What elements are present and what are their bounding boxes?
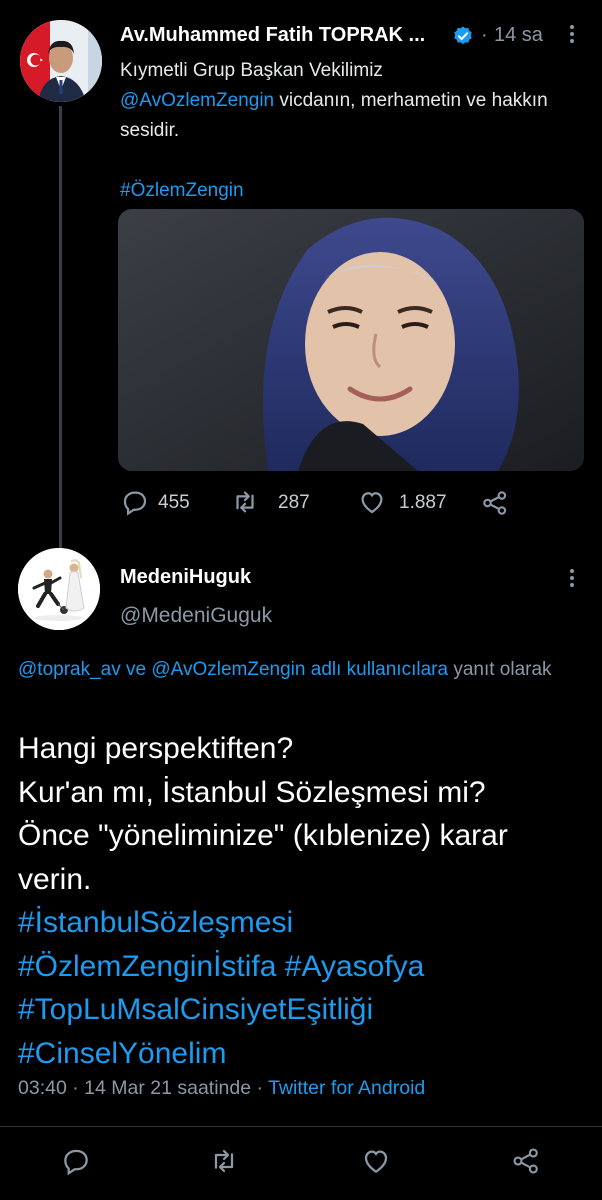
thread-connector-line bbox=[59, 106, 62, 550]
reply-context: @toprak_av ve @AvOzlemZengin adlı kullan… bbox=[18, 656, 588, 684]
mention-link[interactable]: @AvOzlemZengin bbox=[151, 659, 305, 680]
retweet-icon[interactable] bbox=[208, 1145, 240, 1177]
tweet-text-line: Kıymetli Grup Başkan Vekilimiz bbox=[120, 60, 383, 81]
hashtag-link[interactable]: #TopLuMsalCinsiyetEşitliği bbox=[18, 988, 588, 1032]
reply-count: 455 bbox=[158, 492, 190, 513]
retweet-icon[interactable] bbox=[230, 487, 260, 517]
hashtag-link[interactable]: #CinselYönelim bbox=[18, 1032, 588, 1076]
meta-separator: · bbox=[481, 24, 488, 46]
hashtag-link[interactable]: #İstanbulSözleşmesi bbox=[18, 901, 588, 945]
tweet-text-line: Kur'an mı, İstanbul Sözleşmesi mi? bbox=[18, 775, 486, 809]
source-link[interactable]: Twitter for Android bbox=[268, 1077, 425, 1099]
meta-separator: · bbox=[66, 1077, 85, 1099]
reply-users-link[interactable]: adlı kullanıcılara bbox=[305, 659, 448, 680]
divider bbox=[0, 1126, 602, 1127]
author-name[interactable]: MedeniHuguk bbox=[120, 566, 251, 589]
like-icon[interactable] bbox=[360, 1145, 392, 1177]
tweet-time[interactable]: 14 sa bbox=[494, 24, 543, 47]
like-count: 1.887 bbox=[399, 492, 447, 513]
tweet-date: 14 Mar 21 saatinde bbox=[84, 1077, 252, 1099]
tweet-meta: 03:40 · 14 Mar 21 saatinde · Twitter for… bbox=[18, 1077, 425, 1100]
mention-link[interactable]: @toprak_av bbox=[18, 659, 121, 680]
share-icon[interactable] bbox=[510, 1145, 542, 1177]
retweet-count: 287 bbox=[278, 492, 310, 513]
share-icon[interactable] bbox=[480, 488, 510, 518]
reply-suffix: yanıt olarak bbox=[448, 659, 552, 680]
author-avatar[interactable] bbox=[18, 548, 100, 630]
hashtag-link[interactable]: #ÖzlemZenginİstifa bbox=[18, 950, 276, 983]
reply-icon[interactable] bbox=[120, 487, 150, 517]
tweet-text-line: Önce "yöneliminize" (kıblenize) karar ve… bbox=[18, 819, 508, 896]
hashtag-link[interactable]: #ÖzlemZengin bbox=[120, 176, 580, 206]
tweet-text-line2: @AvOzlemZengin vicdanın, merhametin ve h… bbox=[120, 86, 580, 146]
tweet-photo[interactable] bbox=[118, 209, 584, 471]
author-avatar[interactable] bbox=[20, 20, 102, 102]
verified-badge-icon bbox=[452, 25, 474, 47]
meta-separator: · bbox=[251, 1077, 269, 1099]
more-icon[interactable] bbox=[560, 22, 584, 46]
hashtag-link[interactable]: #Ayasofya bbox=[285, 950, 425, 983]
reply-connector: ve bbox=[120, 659, 152, 680]
more-icon[interactable] bbox=[560, 566, 584, 590]
tweet-text: Kıymetli Grup Başkan Vekilimiz @AvOzlemZ… bbox=[120, 56, 580, 206]
tweet-text: Hangi perspektiften? Kur'an mı, İstanbul… bbox=[18, 727, 588, 1075]
author-handle[interactable]: @MedeniGuguk bbox=[120, 604, 272, 628]
reply-icon[interactable] bbox=[60, 1145, 92, 1177]
like-icon[interactable] bbox=[357, 487, 387, 517]
tweet-text-line: Hangi perspektiften? bbox=[18, 732, 294, 765]
author-name[interactable]: Av.Muhammed Fatih TOPRAK ... bbox=[120, 24, 425, 47]
tweet-time: 03:40 bbox=[18, 1077, 67, 1099]
mention-link[interactable]: @AvOzlemZengin bbox=[120, 90, 274, 111]
